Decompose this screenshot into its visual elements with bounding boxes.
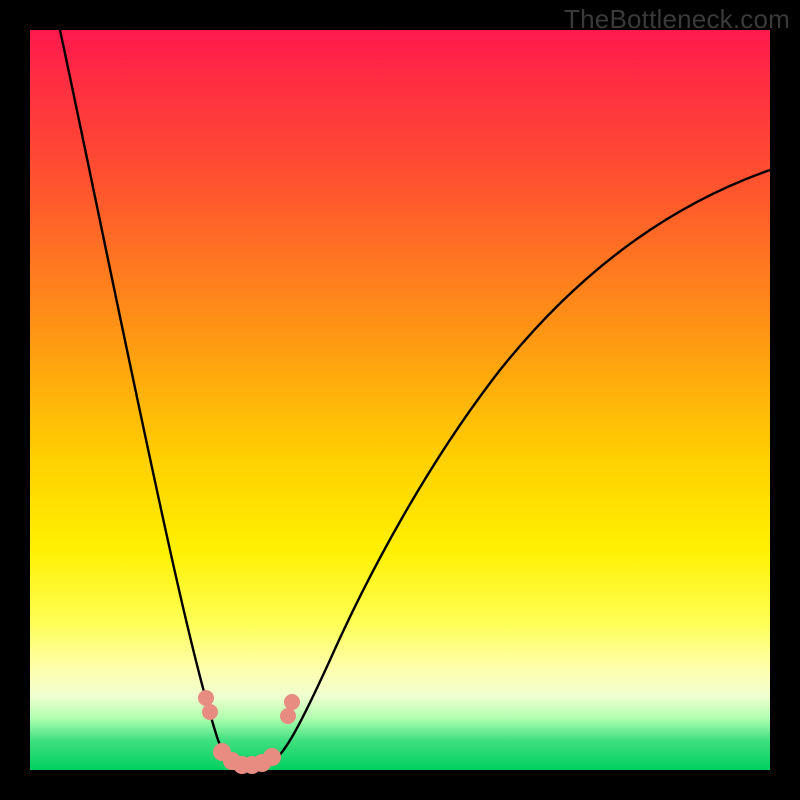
curve-right-arm bbox=[266, 170, 770, 766]
marker-dots bbox=[198, 690, 300, 774]
chart-frame: TheBottleneck.com bbox=[0, 0, 800, 800]
watermark-text: TheBottleneck.com bbox=[564, 4, 790, 35]
curve-left-arm bbox=[60, 30, 240, 766]
curve-layer bbox=[30, 30, 770, 770]
